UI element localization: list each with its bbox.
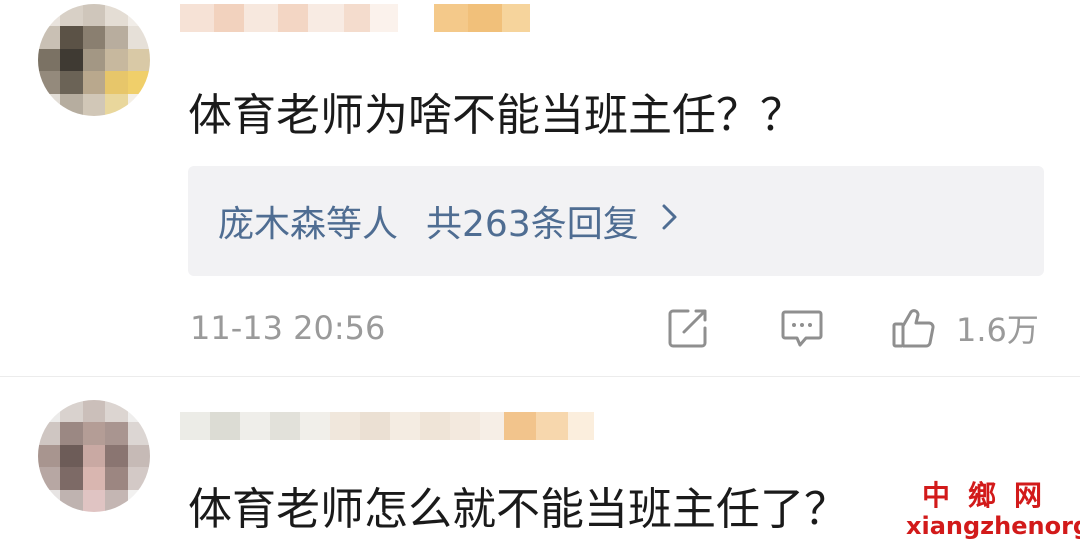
avatar[interactable] [38, 400, 150, 512]
comment-timestamp: 11-13 20:56 [190, 309, 386, 347]
reply-button[interactable] [780, 304, 824, 352]
replies-link[interactable]: 庞木森等人 共263条回复 [188, 166, 1044, 276]
share-button[interactable] [666, 304, 710, 352]
comment-bubble-icon [780, 306, 824, 350]
comment-text: 体育老师怎么就不能当班主任了？ [188, 484, 848, 535]
comment-feed: 体育老师为啥不能当班主任？？ 庞木森等人 共263条回复 11-13 20:56 [0, 0, 1080, 548]
comment-divider [0, 376, 1080, 377]
avatar[interactable] [38, 4, 150, 116]
like-count: 1.6万 [956, 311, 1039, 349]
edit-share-icon [666, 306, 710, 350]
replies-authors: 庞木森等人 [218, 204, 399, 245]
comment-text: 体育老师为啥不能当班主任？？ [188, 90, 804, 141]
username-blurred[interactable] [180, 4, 530, 32]
chevron-right-icon [661, 201, 679, 241]
site-watermark: 中鄉网 xiangzhenorg [906, 479, 1080, 546]
username-blurred[interactable] [180, 412, 594, 440]
watermark-domain: xiangzhenorg [906, 512, 1080, 540]
replies-count: 共263条回复 [426, 204, 639, 245]
watermark-chinese: 中鄉网 [921, 479, 1060, 512]
thumbs-up-icon [890, 304, 938, 352]
like-button[interactable]: 1.6万 [890, 304, 1039, 352]
